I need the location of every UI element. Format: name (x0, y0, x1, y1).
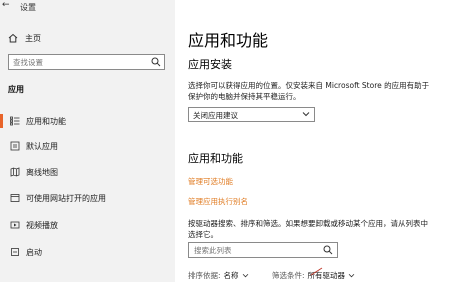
sidebar-item-label: 离线地图 (26, 167, 58, 177)
app-list-search-input[interactable]: 搜索此列表 (188, 242, 338, 258)
sort-by-dropdown[interactable]: 排序依据: 名称 (188, 270, 249, 281)
sidebar: ← 设置 主页 查找设置 应用 应用和功能 默认应用 离线地图 可使用网站打开的… (0, 0, 175, 282)
main-content: 应用和功能 应用安装 选择你可以获得应用的位置。仅安装来自 Microsoft … (175, 0, 474, 282)
apps-features-desc-1: 按驱动器搜索、排序和筛选。如果想要卸载或移动某个应用，请从列表中 (188, 219, 428, 228)
sidebar-item-label: 应用和功能 (26, 116, 66, 126)
app-install-desc-2: 保护你的电脑并保持其平稳运行。 (188, 92, 301, 101)
search-icon (323, 245, 333, 255)
selection-indicator (0, 114, 3, 128)
sidebar-item-label: 启动 (26, 247, 42, 257)
app-install-dropdown[interactable]: 关闭应用建议 (188, 107, 315, 122)
chevron-down-icon (242, 273, 248, 278)
sidebar-item-startup[interactable]: 启动 (0, 244, 175, 260)
manage-app-aliases-link[interactable]: 管理应用执行别名 (188, 196, 248, 207)
sort-label: 排序依据: (188, 271, 221, 280)
app-install-desc-1: 选择你可以获得应用的位置。仅安装来自 Microsoft Store 的应用有助… (188, 81, 430, 90)
app-list-search-placeholder: 搜索此列表 (194, 246, 232, 255)
settings-search-placeholder: 查找设置 (13, 58, 43, 67)
sidebar-item-video-playback[interactable]: 视频播放 (0, 217, 175, 233)
page-title: 应用和功能 (188, 31, 269, 50)
sidebar-item-apps-features[interactable]: 应用和功能 (0, 113, 175, 129)
window-title: 设置 (20, 3, 36, 12)
video-playback-icon (9, 219, 21, 231)
sort-value: 名称 (223, 271, 239, 280)
sidebar-item-offline-maps[interactable]: 离线地图 (0, 164, 175, 180)
apps-features-desc-2: 选择它。 (188, 230, 218, 239)
chevron-down-icon (348, 273, 355, 278)
manage-optional-features-link[interactable]: 管理可选功能 (188, 176, 233, 187)
sidebar-section-apps: 应用 (8, 85, 24, 94)
search-icon (151, 57, 161, 67)
sidebar-item-apps-for-websites[interactable]: 可使用网站打开的应用 (0, 190, 175, 206)
annotation-arrow-icon (310, 267, 323, 276)
default-apps-icon (9, 140, 21, 152)
sidebar-item-label: 视频播放 (26, 220, 58, 230)
home-icon (8, 33, 18, 43)
startup-icon (9, 246, 21, 258)
back-arrow-icon[interactable]: ← (2, 0, 10, 10)
sidebar-home-label: 主页 (25, 33, 41, 43)
sidebar-item-label: 可使用网站打开的应用 (26, 193, 106, 203)
app-install-heading: 应用安装 (188, 58, 232, 71)
sidebar-home[interactable]: 主页 (8, 31, 41, 45)
dropdown-value: 关闭应用建议 (193, 111, 238, 120)
chevron-down-icon (302, 112, 310, 117)
settings-search-input[interactable]: 查找设置 (8, 54, 165, 70)
filter-label: 筛选条件: (272, 271, 305, 280)
sidebar-item-label: 默认应用 (26, 141, 58, 151)
apps-features-heading: 应用和功能 (188, 152, 243, 165)
sidebar-item-default-apps[interactable]: 默认应用 (0, 138, 175, 154)
apps-for-websites-icon (9, 192, 21, 204)
apps-list-icon (9, 115, 21, 127)
offline-maps-icon (9, 166, 21, 178)
